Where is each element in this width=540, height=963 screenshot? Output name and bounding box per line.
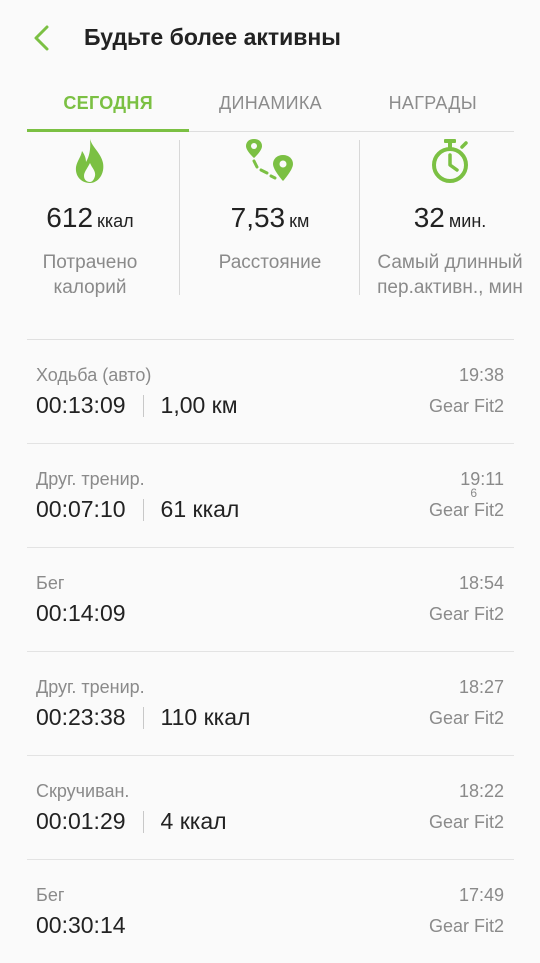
calories-label: Потрачено калорий: [0, 250, 180, 300]
activity-time: 19:11: [460, 469, 504, 489]
tab-bar: СЕГОДНЯ ДИНАМИКА НАГРАДЫ: [27, 78, 514, 132]
stat-longest-activity: 32 мин. Самый длинный пер.активн., мин: [360, 132, 540, 302]
route-icon: [246, 139, 293, 181]
activity-duration: 00:23:38: [36, 704, 126, 730]
activity-row[interactable]: Друг. тренир. 18:27 00:23:38 110 ккал Ge…: [27, 652, 514, 756]
activity-device: Gear Fit2: [428, 500, 504, 520]
calories-number: 612: [46, 202, 94, 233]
activity-metric: 110 ккал: [160, 704, 251, 730]
activity-metric: 61 ккал: [160, 496, 240, 522]
activity-duration: 00:30:14: [36, 912, 126, 938]
longest-activity-label-line1: Самый длинный: [377, 252, 523, 273]
activity-time: 18:27: [458, 677, 504, 697]
activity-row[interactable]: Бег 17:49 00:30:14 Gear Fit2: [27, 860, 514, 963]
stat-distance: 7,53 км Расстояние: [180, 132, 360, 302]
longest-activity-unit: мин.: [448, 211, 487, 231]
activity-duration: 00:13:09: [36, 392, 126, 418]
activity-row[interactable]: Ходьба (авто) 19:38 00:13:09 1,00 км Gea…: [27, 340, 514, 444]
activity-device: Gear Fit2: [428, 396, 504, 416]
stat-calories: 612 ккал Потрачено калорий: [0, 132, 180, 302]
activity-type: Скручиван.: [36, 781, 130, 801]
longest-activity-number: 32: [413, 202, 445, 233]
activity-time: 17:49: [458, 885, 504, 905]
activity-mark: 6: [470, 486, 477, 500]
tab-today[interactable]: СЕГОДНЯ: [27, 78, 190, 132]
activity-type: Друг. тренир.: [36, 677, 145, 697]
activity-summary: 00:07:10 61 ккал: [36, 496, 239, 523]
distance-unit: км: [289, 211, 310, 231]
longest-activity-label: Самый длинный пер.активн., мин: [360, 250, 540, 300]
activity-row[interactable]: Друг. тренир. 19:11 6 00:07:10 61 ккал G…: [27, 444, 514, 548]
activity-summary: 00:01:29 4 ккал: [36, 808, 227, 835]
activity-duration: 00:14:09: [36, 600, 126, 626]
divider: [142, 394, 144, 417]
activity-duration: 00:07:10: [36, 496, 126, 522]
activity-type: Ходьба (авто): [36, 365, 152, 385]
activity-duration: 00:01:29: [36, 808, 126, 834]
page-title: Будьте более активны: [84, 24, 341, 50]
divider: [142, 810, 144, 833]
activity-row[interactable]: Скручиван. 18:22 00:01:29 4 ккал Gear Fi…: [27, 756, 514, 860]
activity-type: Бег: [36, 573, 65, 593]
chevron-left-icon: [34, 25, 49, 51]
flame-icon: [75, 139, 104, 183]
calories-label-line1: Потрачено: [42, 252, 138, 273]
summary-stats: 612 ккал Потрачено калорий 7,53 км Расстоя…: [0, 132, 540, 302]
activity-time: 19:38: [458, 365, 504, 385]
header-bar: Будьте более активны: [0, 0, 540, 78]
activity-summary: 00:30:14: [36, 912, 126, 939]
distance-number: 7,53: [230, 202, 286, 233]
activity-metric: 1,00 км: [160, 392, 238, 418]
distance-value: 7,53 км: [180, 202, 360, 234]
activity-device: Gear Fit2: [428, 916, 504, 936]
longest-activity-value: 32 мин.: [360, 202, 540, 234]
activity-device: Gear Fit2: [428, 812, 504, 832]
activity-time: 18:22: [458, 781, 504, 801]
activity-row[interactable]: Бег 18:54 00:14:09 Gear Fit2: [27, 548, 514, 652]
distance-label: Расстояние: [180, 250, 360, 275]
calories-label-line2: калорий: [53, 277, 127, 298]
activity-device: Gear Fit2: [428, 708, 504, 728]
activity-type: Бег: [36, 885, 65, 905]
activity-summary: 00:13:09 1,00 км: [36, 392, 238, 419]
distance-label-line1: Расстояние: [218, 252, 322, 273]
activity-summary: 00:14:09: [36, 600, 126, 627]
activity-device: Gear Fit2: [428, 604, 504, 624]
activity-metric: 4 ккал: [160, 808, 227, 834]
longest-activity-label-line2: пер.активн., мин: [377, 277, 523, 298]
activity-type: Друг. тренир.: [36, 469, 145, 489]
tab-awards[interactable]: НАГРАДЫ: [352, 78, 514, 131]
tab-dynamics[interactable]: ДИНАМИКА: [189, 78, 351, 131]
stopwatch-icon: [432, 139, 468, 183]
calories-unit: ккал: [97, 211, 134, 231]
activity-summary: 00:23:38 110 ккал: [36, 704, 250, 731]
calories-value: 612 ккал: [0, 202, 180, 234]
activity-time: 18:54: [458, 573, 504, 593]
activity-list: Ходьба (авто) 19:38 00:13:09 1,00 км Gea…: [27, 339, 514, 963]
back-button[interactable]: [22, 18, 62, 58]
divider: [142, 706, 144, 729]
divider: [142, 498, 144, 521]
